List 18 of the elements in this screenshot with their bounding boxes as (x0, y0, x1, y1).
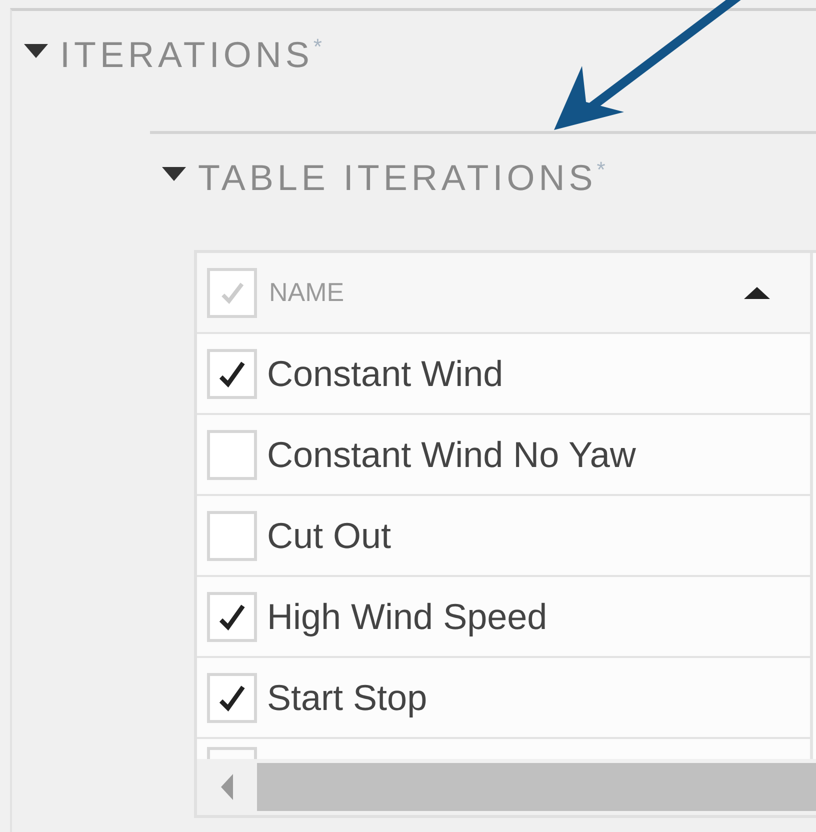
table-cell: High Wind Speed (267, 596, 548, 638)
table-cell: Constant Wind No Yaw (267, 434, 636, 476)
left-arrow-icon (221, 774, 233, 800)
table-cell: Cut Out (267, 514, 392, 556)
row-checkbox[interactable] (207, 510, 257, 560)
subsection-header[interactable]: TABLE ITERATIONS$^{*}$ (162, 150, 610, 198)
table-cell: Constant Wind (267, 352, 504, 394)
table-cell: Start Stop (267, 676, 428, 718)
row-checkbox[interactable] (207, 672, 257, 722)
row-checkbox[interactable] (207, 348, 257, 398)
select-all-checkbox[interactable] (207, 268, 257, 318)
row-checkbox[interactable] (207, 592, 257, 642)
scrollbar-thumb[interactable] (257, 763, 816, 811)
expand-icon (162, 167, 186, 181)
expand-icon (24, 44, 48, 58)
section-header[interactable]: ITERATIONS$^{*}$ (24, 27, 326, 75)
row-checkbox[interactable] (207, 430, 257, 480)
sort-ascending-icon[interactable] (744, 286, 770, 298)
